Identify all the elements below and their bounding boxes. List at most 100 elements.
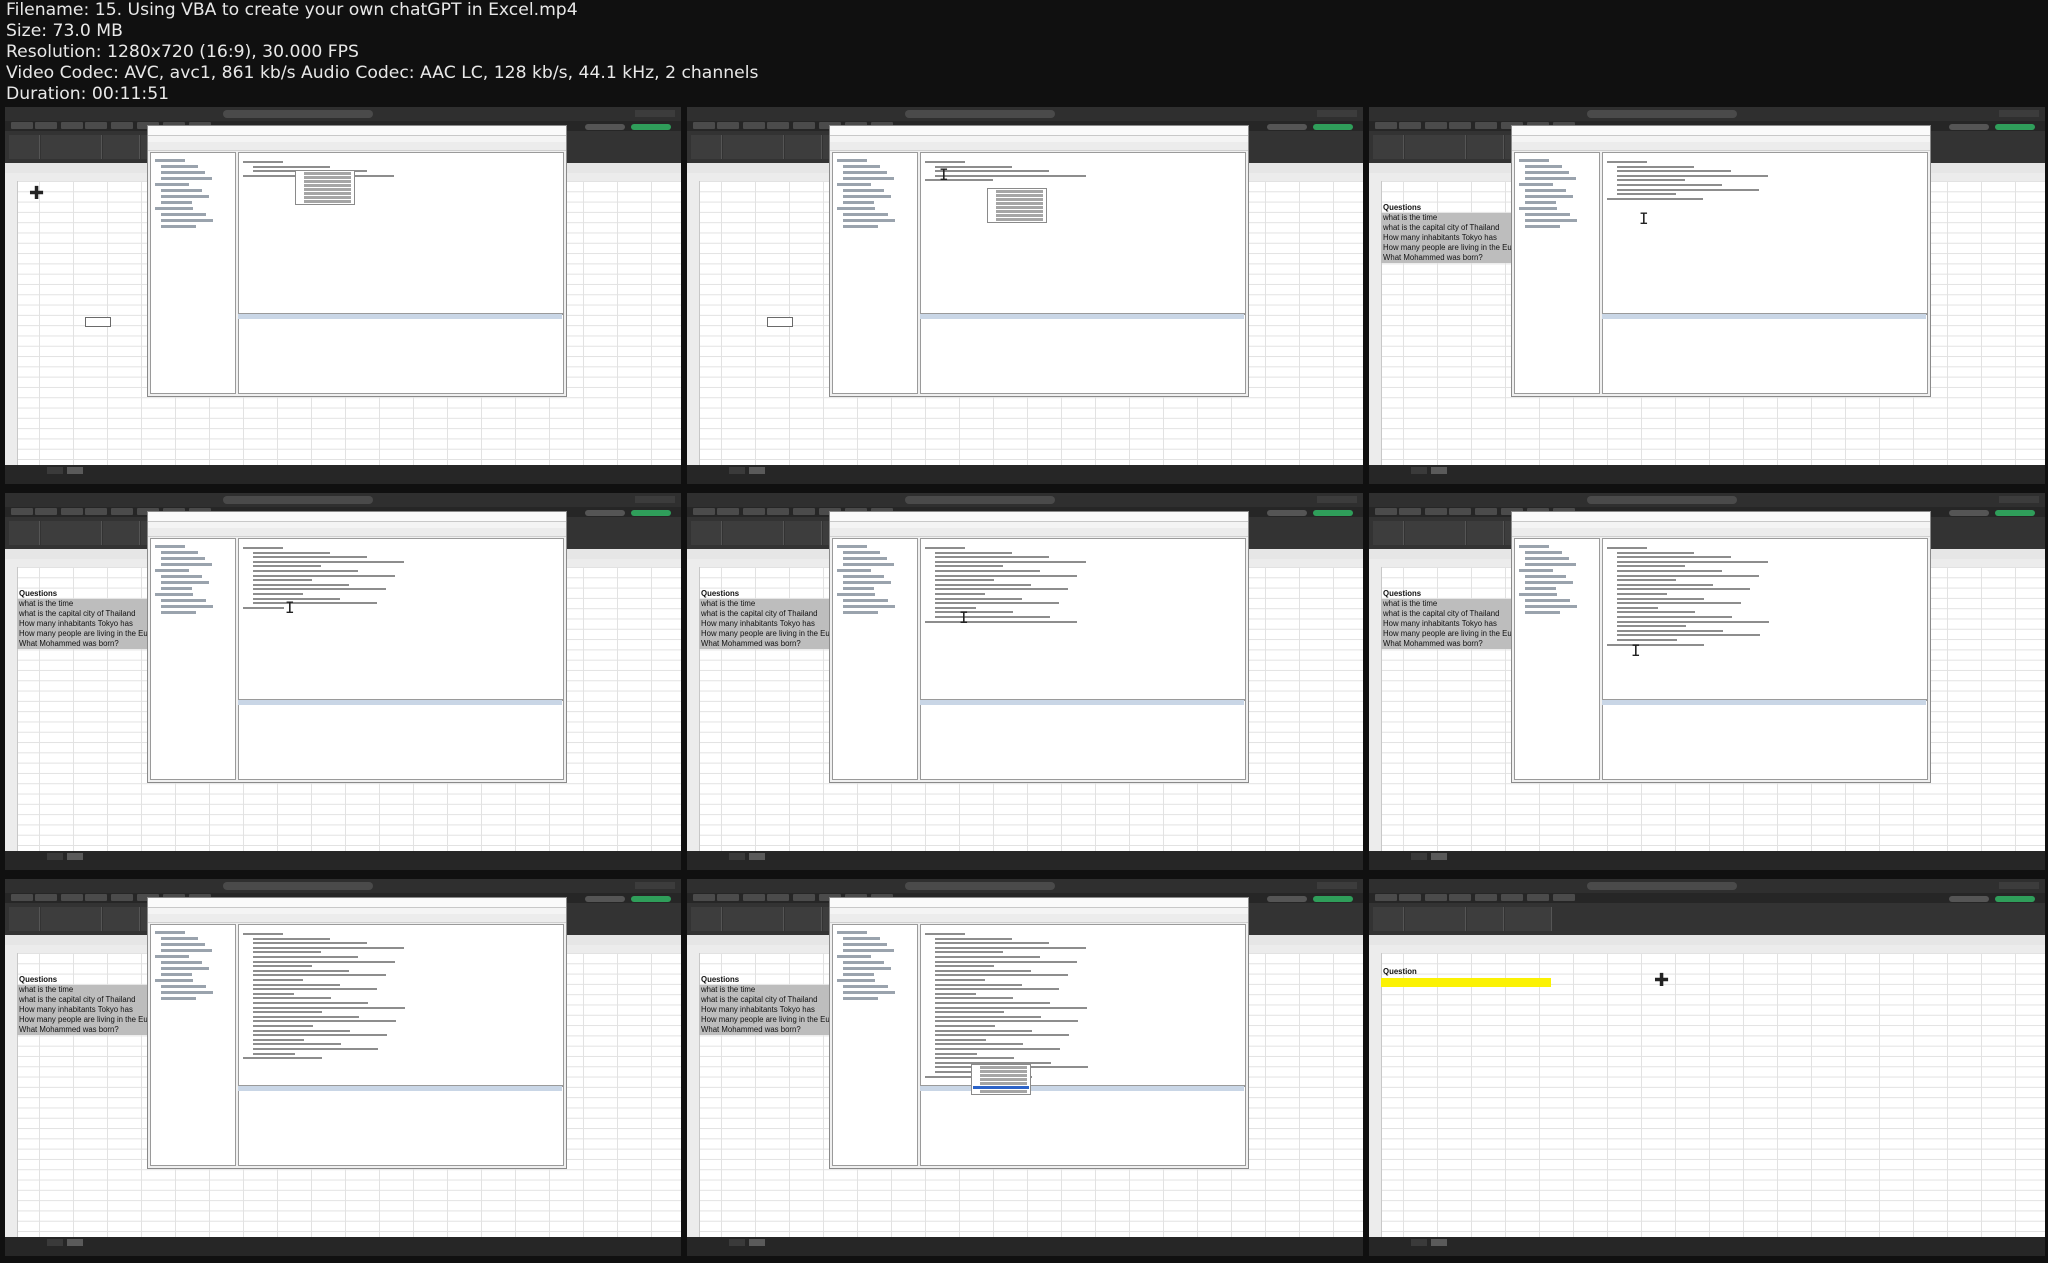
project-tree-item[interactable] — [1525, 581, 1573, 584]
vba-project-explorer[interactable] — [150, 924, 236, 1166]
share-button[interactable] — [1995, 896, 2035, 902]
project-tree-item[interactable] — [1525, 213, 1570, 216]
autocomplete-item[interactable] — [304, 172, 351, 175]
project-tree-item[interactable] — [843, 581, 891, 584]
project-tree-item[interactable] — [843, 991, 895, 994]
ribbon-tab[interactable] — [743, 122, 765, 129]
question-item[interactable]: How many people are living in the Europ — [1381, 629, 1524, 639]
sheet-tab[interactable] — [1411, 467, 1427, 474]
project-tree-item[interactable] — [161, 599, 206, 602]
ribbon-group[interactable] — [1373, 135, 1404, 159]
project-tree-item[interactable] — [1525, 177, 1576, 180]
ribbon-tab[interactable] — [717, 508, 739, 515]
share-button[interactable] — [1995, 510, 2035, 516]
sheet-tab-active[interactable] — [67, 467, 83, 474]
sheet-tab[interactable] — [729, 467, 745, 474]
ribbon-tab[interactable] — [85, 122, 107, 129]
window-controls[interactable] — [1999, 110, 2039, 117]
autocomplete-item[interactable] — [996, 194, 1043, 197]
sheet-tab-active[interactable] — [749, 467, 765, 474]
project-tree-item[interactable] — [155, 183, 189, 186]
question-item[interactable]: How many inhabitants Tokyo has — [17, 619, 160, 629]
sheet-tab[interactable] — [729, 1239, 745, 1246]
ribbon-tab[interactable] — [693, 894, 715, 901]
ribbon-tab[interactable] — [693, 508, 715, 515]
question-item[interactable]: what is the capital city of Thailand — [1381, 223, 1524, 233]
project-tree-item[interactable] — [843, 949, 894, 952]
ribbon-tab[interactable] — [1375, 122, 1397, 129]
vba-code-pane[interactable] — [238, 152, 564, 314]
ribbon-tab[interactable] — [35, 122, 57, 129]
project-tree-item[interactable] — [161, 225, 196, 228]
project-tree-item[interactable] — [1525, 165, 1562, 168]
project-tree-item[interactable] — [843, 171, 887, 174]
ribbon-group[interactable] — [691, 135, 722, 159]
ribbon-tab[interactable] — [1425, 122, 1447, 129]
project-tree-item[interactable] — [843, 985, 888, 988]
project-tree-item[interactable] — [161, 943, 205, 946]
vba-project-explorer[interactable] — [832, 538, 918, 780]
ribbon-group[interactable] — [1505, 907, 1552, 931]
project-tree-item[interactable] — [843, 605, 895, 608]
excel-search-box[interactable] — [905, 882, 1055, 890]
window-controls[interactable] — [635, 882, 675, 889]
immediate-window[interactable] — [1602, 700, 1928, 780]
comments-button[interactable] — [585, 510, 625, 516]
project-tree-item[interactable] — [837, 545, 867, 548]
vba-code-pane[interactable] — [920, 152, 1246, 314]
comments-button[interactable] — [1949, 896, 1989, 902]
question-item[interactable]: what is the time — [699, 599, 842, 609]
share-button[interactable] — [1995, 124, 2035, 130]
ribbon-tab[interactable] — [85, 894, 107, 901]
project-tree-item[interactable] — [155, 569, 189, 572]
project-tree-item[interactable] — [1525, 551, 1562, 554]
vba-code-pane[interactable] — [1602, 538, 1928, 700]
ribbon-group[interactable] — [1405, 521, 1466, 545]
ribbon-group[interactable] — [41, 135, 102, 159]
question-item[interactable]: How many people are living in the Europ — [17, 629, 160, 639]
ribbon-tab[interactable] — [85, 508, 107, 515]
autocomplete-item[interactable] — [980, 1074, 1027, 1077]
vba-code-pane[interactable] — [238, 538, 564, 700]
autocomplete-item[interactable] — [996, 214, 1043, 217]
sheet-tab[interactable] — [47, 467, 63, 474]
question-item[interactable]: How many people are living in the Europ — [699, 629, 842, 639]
project-tree-item[interactable] — [1525, 189, 1566, 192]
project-tree-item[interactable] — [843, 611, 878, 614]
project-tree-item[interactable] — [843, 599, 888, 602]
project-tree-item[interactable] — [161, 575, 202, 578]
window-controls[interactable] — [1999, 496, 2039, 503]
question-item[interactable]: What Mohammed was born? — [699, 1025, 842, 1035]
project-tree-item[interactable] — [155, 545, 185, 548]
project-tree-item[interactable] — [837, 955, 871, 958]
project-tree-item[interactable] — [1525, 195, 1573, 198]
autocomplete-popup[interactable] — [971, 1064, 1031, 1095]
project-tree-item[interactable] — [837, 207, 875, 210]
autocomplete-item[interactable] — [980, 1066, 1027, 1069]
autocomplete-popup[interactable] — [987, 188, 1047, 223]
question-item[interactable]: what is the time — [699, 985, 842, 995]
question-item[interactable]: How many inhabitants Tokyo has — [1381, 233, 1524, 243]
autocomplete-item[interactable] — [304, 188, 351, 191]
ribbon-tab[interactable] — [793, 122, 815, 129]
project-tree-item[interactable] — [1525, 171, 1569, 174]
project-tree-item[interactable] — [843, 177, 894, 180]
project-tree-item[interactable] — [1525, 201, 1556, 204]
project-tree-item[interactable] — [843, 213, 888, 216]
ribbon-tab[interactable] — [717, 894, 739, 901]
share-button[interactable] — [1313, 124, 1353, 130]
excel-search-box[interactable] — [223, 882, 373, 890]
project-tree-item[interactable] — [161, 985, 206, 988]
project-tree-item[interactable] — [1525, 557, 1569, 560]
sheet-tab-active[interactable] — [67, 1239, 83, 1246]
ribbon-tab[interactable] — [11, 122, 33, 129]
ribbon-tab[interactable] — [1475, 122, 1497, 129]
project-tree-item[interactable] — [155, 979, 193, 982]
project-tree-item[interactable] — [1525, 219, 1577, 222]
project-tree-item[interactable] — [155, 931, 185, 934]
project-tree-item[interactable] — [161, 213, 206, 216]
autocomplete-item[interactable] — [304, 180, 351, 183]
project-tree-item[interactable] — [837, 979, 875, 982]
project-tree-item[interactable] — [161, 973, 192, 976]
project-tree-item[interactable] — [161, 219, 213, 222]
